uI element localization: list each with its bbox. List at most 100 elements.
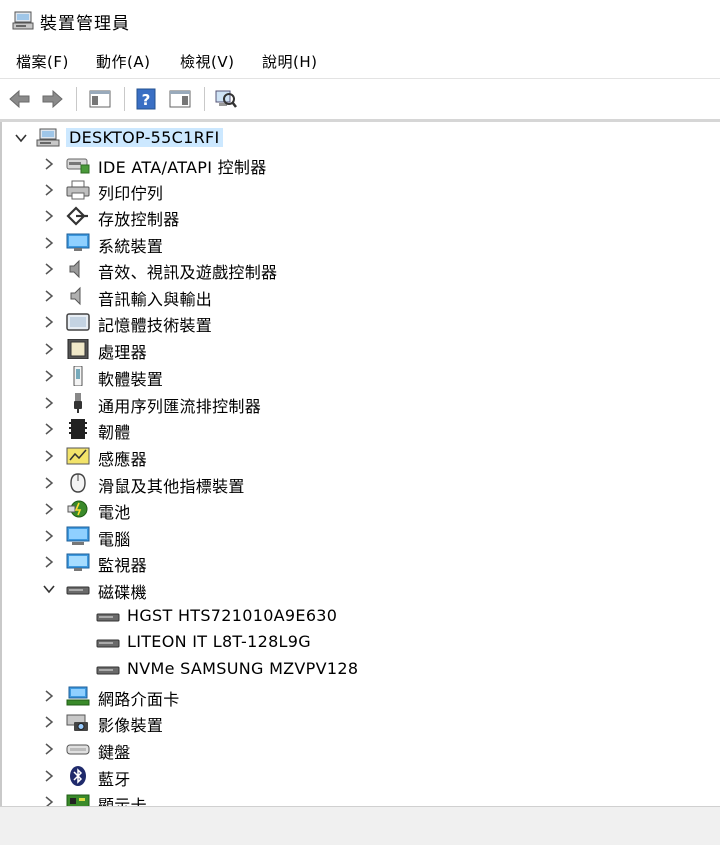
title-bar: 裝置管理員 (0, 0, 720, 44)
show-hide-console-tree-icon[interactable] (88, 87, 112, 111)
toolbar-separator (124, 87, 125, 111)
category-batteries[interactable]: 電池 (2, 496, 718, 522)
category-display-adapters[interactable]: 顯示卡 (2, 789, 718, 806)
category-system-devices[interactable]: 系統裝置 (2, 230, 718, 256)
chevron-right-icon[interactable] (42, 209, 56, 223)
processor-icon (67, 339, 89, 359)
sensor-icon (66, 447, 90, 465)
category-memory-technology[interactable]: 記憶體技術裝置 (2, 309, 718, 335)
category-monitors[interactable]: 監視器 (2, 549, 718, 575)
chevron-right-icon[interactable] (42, 529, 56, 543)
category-sensors[interactable]: 感應器 (2, 443, 718, 469)
chevron-right-icon[interactable] (42, 476, 56, 490)
category-keyboards[interactable]: 鍵盤 (2, 736, 718, 762)
back-arrow-icon[interactable] (8, 87, 32, 111)
svg-text:?: ? (142, 91, 151, 109)
system-device-icon (66, 233, 90, 251)
chevron-down-icon[interactable] (14, 131, 28, 145)
chevron-right-icon[interactable] (42, 795, 56, 806)
chevron-right-icon[interactable] (42, 342, 56, 356)
toolbar-separator (204, 87, 205, 111)
battery-icon (67, 500, 88, 518)
category-label: 鍵盤 (98, 743, 131, 762)
chevron-right-icon[interactable] (42, 769, 56, 783)
category-disk-drives[interactable]: 磁碟機 (2, 576, 718, 602)
category-label: 滑鼠及其他指標裝置 (98, 477, 245, 496)
menu-view[interactable]: 檢視(V) (180, 51, 234, 72)
category-label: 韌體 (98, 423, 131, 442)
disk-drive-item[interactable]: LITEON IT L8T-128L9G (2, 629, 718, 655)
imaging-device-icon (66, 714, 88, 731)
forward-arrow-icon[interactable] (40, 87, 64, 111)
menu-action[interactable]: 動作(A) (96, 51, 150, 72)
category-sound-video-game[interactable]: 音效、視訊及遊戲控制器 (2, 256, 718, 282)
category-label: 列印佇列 (98, 184, 164, 203)
disk-drive-icon (96, 666, 120, 675)
chevron-right-icon[interactable] (42, 369, 56, 383)
audio-io-icon (70, 286, 81, 306)
category-label: 網路介面卡 (98, 690, 180, 709)
chevron-right-icon[interactable] (42, 289, 56, 303)
category-computer[interactable]: 電腦 (2, 523, 718, 549)
network-adapter-icon (66, 686, 90, 706)
chevron-right-icon[interactable] (42, 715, 56, 729)
category-label: 記憶體技術裝置 (98, 316, 213, 335)
disk-drive-item[interactable]: HGST HTS721010A9E630 (2, 603, 718, 629)
chevron-right-icon[interactable] (42, 449, 56, 463)
memory-technology-icon (66, 313, 90, 331)
toolbar: ? (0, 79, 720, 122)
menu-help[interactable]: 說明(H) (262, 51, 317, 72)
chevron-down-icon[interactable] (42, 582, 56, 596)
chevron-right-icon[interactable] (42, 157, 56, 171)
mouse-icon (70, 473, 86, 493)
menu-file[interactable]: 檔案(F) (16, 51, 69, 72)
category-mice[interactable]: 滑鼠及其他指標裝置 (2, 470, 718, 496)
help-icon[interactable]: ? (134, 87, 158, 111)
category-label: 影像裝置 (98, 716, 164, 735)
disk-drive-icon (66, 586, 90, 595)
bluetooth-icon (70, 766, 86, 786)
chevron-right-icon[interactable] (42, 262, 56, 276)
chevron-right-icon[interactable] (42, 236, 56, 250)
category-bluetooth[interactable]: 藍牙 (2, 763, 718, 789)
category-firmware[interactable]: 韌體 (2, 416, 718, 442)
category-print-queues[interactable]: 列印佇列 (2, 177, 718, 203)
chevron-right-icon[interactable] (42, 502, 56, 516)
category-label: 軟體裝置 (98, 370, 164, 389)
category-ide-ata[interactable]: IDE ATA/ATAPI 控制器 (2, 151, 718, 177)
chevron-right-icon[interactable] (42, 742, 56, 756)
category-imaging-devices[interactable]: 影像裝置 (2, 709, 718, 735)
disk-drive-item[interactable]: NVMe SAMSUNG MZVPV128 (2, 656, 718, 682)
category-label: 藍牙 (98, 770, 131, 789)
computer-monitor-icon (66, 526, 90, 545)
firmware-icon (69, 419, 87, 439)
display-adapter-icon (66, 794, 90, 806)
category-label: 音訊輸入與輸出 (98, 290, 213, 309)
chevron-right-icon[interactable] (42, 315, 56, 329)
category-network-adapters[interactable]: 網路介面卡 (2, 683, 718, 709)
category-software-devices[interactable]: 軟體裝置 (2, 363, 718, 389)
monitor-icon (66, 553, 90, 571)
chevron-right-icon[interactable] (42, 422, 56, 436)
action-pane-icon[interactable] (168, 87, 192, 111)
tree-root[interactable]: DESKTOP-55C1RFI (2, 124, 718, 152)
chevron-right-icon[interactable] (42, 396, 56, 410)
category-label: 處理器 (98, 343, 147, 362)
category-label: 音效、視訊及遊戲控制器 (98, 263, 278, 282)
chevron-right-icon[interactable] (42, 555, 56, 569)
category-label: 通用序列匯流排控制器 (98, 397, 262, 416)
category-label: 電池 (98, 503, 131, 522)
software-device-icon (73, 366, 83, 386)
scan-hardware-icon[interactable] (214, 87, 238, 111)
category-usb-controllers[interactable]: 通用序列匯流排控制器 (2, 390, 718, 416)
category-label: 存放控制器 (98, 210, 180, 229)
chevron-right-icon[interactable] (42, 689, 56, 703)
category-label: 監視器 (98, 556, 147, 575)
category-audio-io[interactable]: 音訊輸入與輸出 (2, 283, 718, 309)
category-storage-controllers[interactable]: 存放控制器 (2, 203, 718, 229)
category-processors[interactable]: 處理器 (2, 336, 718, 362)
keyboard-icon (66, 744, 90, 755)
device-tree: DESKTOP-55C1RFI IDE ATA/ATAPI 控制器 列印佇列 存… (0, 122, 720, 806)
chevron-right-icon[interactable] (42, 183, 56, 197)
status-bar (0, 806, 720, 845)
